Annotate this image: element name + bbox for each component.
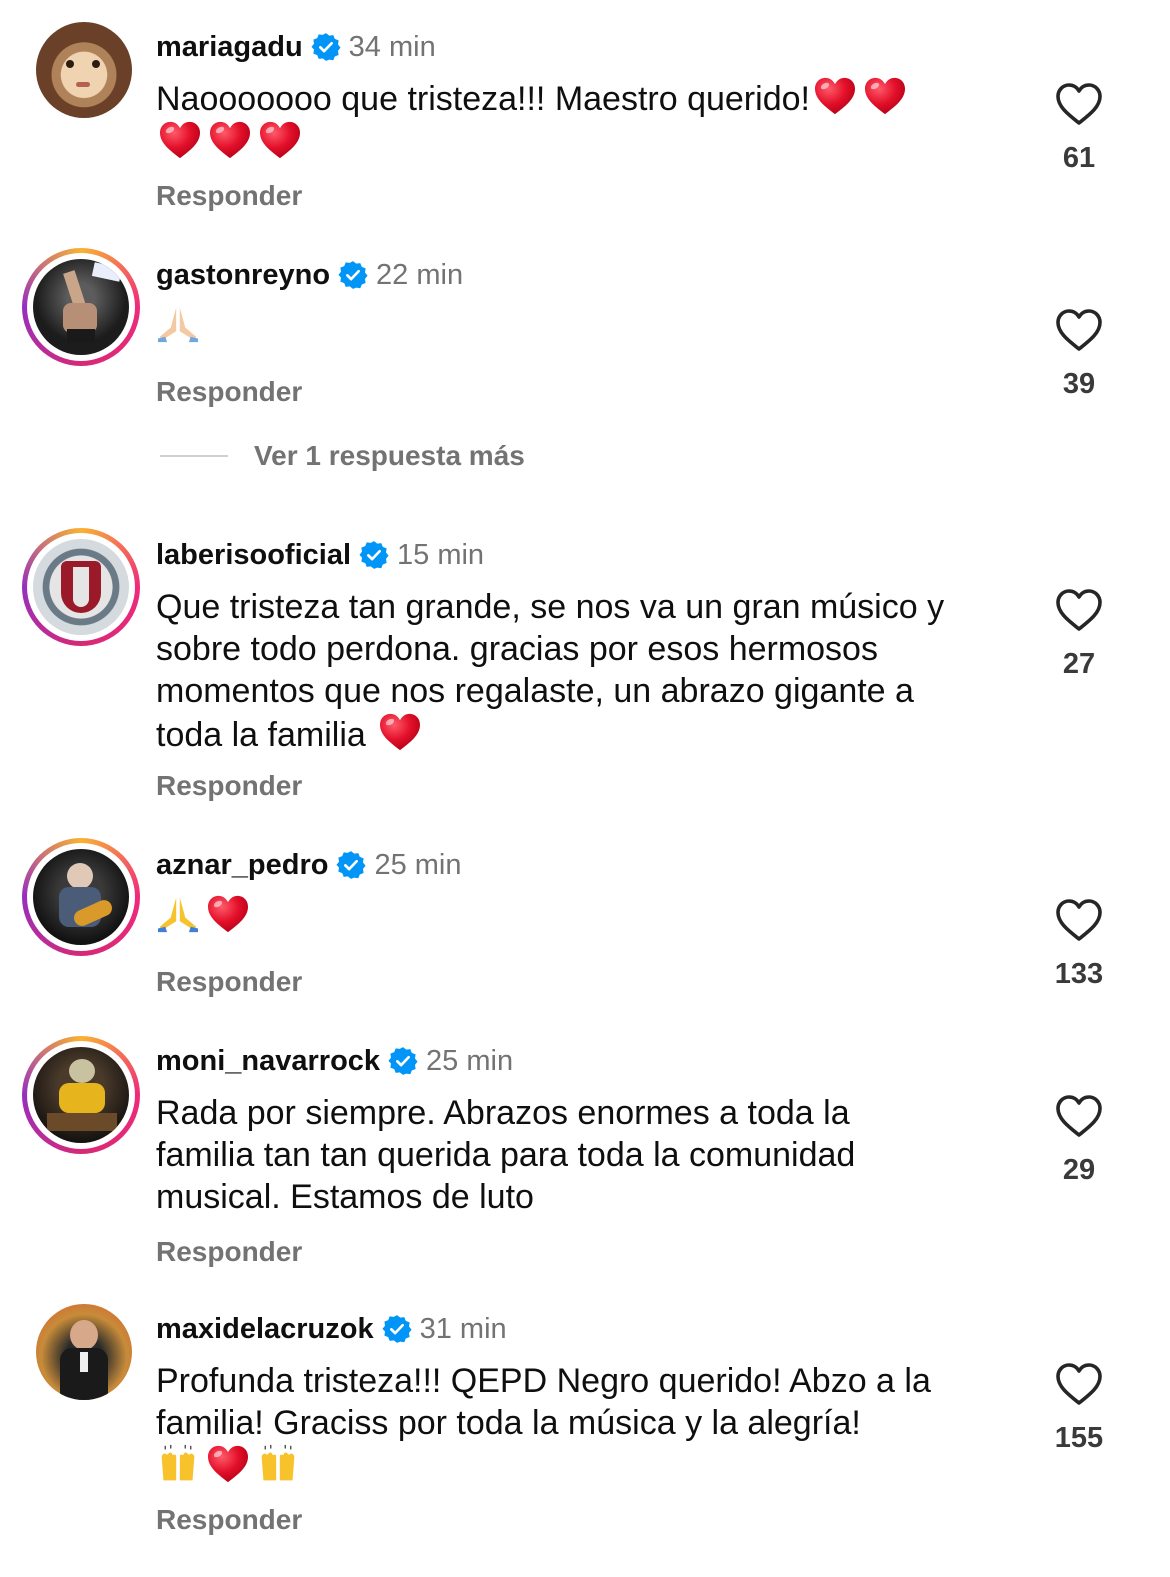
username[interactable]: laberisooficial xyxy=(156,538,351,572)
red-heart-icon xyxy=(258,120,302,160)
red-heart-icon xyxy=(208,120,252,160)
like-count: 29 xyxy=(1062,1154,1096,1186)
comment-text xyxy=(156,304,976,348)
like-count: 39 xyxy=(1062,368,1096,400)
like-heart-icon[interactable] xyxy=(1055,308,1103,352)
comment-text: Naooooooo que tristeza!!! Maestro querid… xyxy=(156,76,976,164)
username[interactable]: maxidelacruzok xyxy=(156,1312,374,1346)
verified-badge-icon xyxy=(338,260,368,290)
red-heart-icon xyxy=(158,120,202,160)
like-control: 155 xyxy=(1040,1362,1118,1455)
like-control: 39 xyxy=(1040,308,1118,401)
view-more-replies[interactable]: Ver 1 respuesta más xyxy=(160,440,525,472)
reply-button[interactable]: Responder xyxy=(156,376,302,408)
comment-text: Profunda tristeza!!! QEPD Negro querido!… xyxy=(156,1360,1006,1488)
raising-hands-icon xyxy=(156,1444,200,1484)
red-heart-icon xyxy=(206,1444,250,1484)
avatar[interactable] xyxy=(22,838,140,956)
comment-text: Que tristeza tan grande, se nos va un gr… xyxy=(156,588,945,754)
reply-button[interactable]: Responder xyxy=(156,180,302,212)
timestamp: 31 min xyxy=(419,1313,507,1345)
like-control: 61 xyxy=(1040,82,1118,175)
timestamp: 25 min xyxy=(426,1045,514,1077)
divider xyxy=(160,455,228,457)
folded-hands-icon xyxy=(156,894,200,934)
verified-badge-icon xyxy=(388,1046,418,1076)
timestamp: 22 min xyxy=(376,259,464,291)
timestamp: 34 min xyxy=(348,31,436,63)
reply-button[interactable]: Responder xyxy=(156,966,302,998)
red-heart-icon xyxy=(206,894,250,934)
like-heart-icon[interactable] xyxy=(1055,588,1103,632)
timestamp: 25 min xyxy=(374,849,462,881)
username[interactable]: moni_navarrock xyxy=(156,1044,380,1078)
like-count: 155 xyxy=(1054,1422,1104,1454)
avatar[interactable] xyxy=(36,1304,132,1400)
like-count: 133 xyxy=(1054,958,1104,990)
username[interactable]: aznar_pedro xyxy=(156,848,328,882)
reply-button[interactable]: Responder xyxy=(156,770,302,802)
red-heart-icon xyxy=(863,76,907,116)
verified-badge-icon xyxy=(382,1314,412,1344)
reply-button[interactable]: Responder xyxy=(156,1504,302,1536)
like-heart-icon[interactable] xyxy=(1055,82,1103,126)
username[interactable]: mariagadu xyxy=(156,30,303,64)
like-control: 133 xyxy=(1040,898,1118,991)
red-heart-icon xyxy=(378,712,422,752)
red-heart-icon xyxy=(813,76,857,116)
comment-text: Rada por siempre. Abrazos enormes a toda… xyxy=(156,1094,856,1216)
verified-badge-icon xyxy=(311,32,341,62)
like-count: 27 xyxy=(1062,648,1096,680)
raising-hands-icon xyxy=(256,1444,300,1484)
folded-hands-icon xyxy=(156,304,200,344)
like-heart-icon[interactable] xyxy=(1055,1094,1103,1138)
comment-text xyxy=(156,894,976,938)
avatar[interactable] xyxy=(22,248,140,366)
like-count: 61 xyxy=(1062,142,1096,174)
like-control: 29 xyxy=(1040,1094,1118,1187)
verified-badge-icon xyxy=(336,850,366,880)
avatar[interactable] xyxy=(22,1036,140,1154)
verified-badge-icon xyxy=(359,540,389,570)
avatar[interactable] xyxy=(22,528,140,646)
timestamp: 15 min xyxy=(397,539,485,571)
like-heart-icon[interactable] xyxy=(1055,1362,1103,1406)
reply-button[interactable]: Responder xyxy=(156,1236,302,1268)
like-control: 27 xyxy=(1040,588,1118,681)
like-heart-icon[interactable] xyxy=(1055,898,1103,942)
avatar[interactable] xyxy=(36,22,132,118)
username[interactable]: gastonreyno xyxy=(156,258,330,292)
